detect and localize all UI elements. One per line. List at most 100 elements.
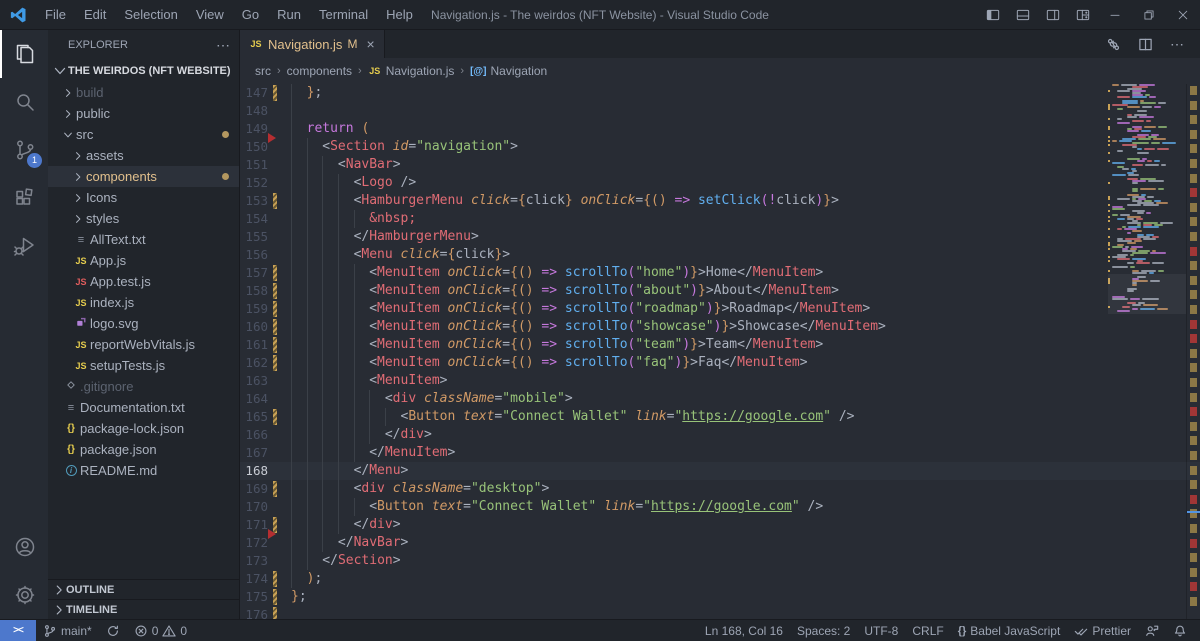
line-gutter[interactable]: 176: [240, 606, 291, 619]
code-line-160[interactable]: 160<MenuItem onClick={() => scrollTo("sh…: [240, 318, 1108, 336]
status-cursor-position[interactable]: Ln 168, Col 16: [698, 620, 790, 641]
activity-run-debug[interactable]: [0, 222, 48, 270]
line-gutter[interactable]: 164: [240, 390, 291, 408]
line-gutter[interactable]: 149: [240, 120, 291, 138]
code-line-168[interactable]: 168</Menu>: [240, 462, 1108, 480]
tree-file-package-lock-json[interactable]: {}package-lock.json: [48, 418, 239, 439]
tree-file-package-json[interactable]: {}package.json: [48, 439, 239, 460]
editor-more-actions-icon[interactable]: ⋯: [1170, 36, 1185, 53]
tree-file-setuptests-js[interactable]: JSsetupTests.js: [48, 355, 239, 376]
menu-selection[interactable]: Selection: [115, 0, 186, 30]
code-line-172[interactable]: 172</NavBar>: [240, 534, 1108, 552]
restore-button[interactable]: [1132, 0, 1166, 30]
code-line-154[interactable]: 154&nbsp;: [240, 210, 1108, 228]
line-gutter[interactable]: 153: [240, 192, 291, 210]
activity-settings[interactable]: [0, 571, 48, 619]
code-line-167[interactable]: 167</MenuItem>: [240, 444, 1108, 462]
tree-file-readme-md[interactable]: iREADME.md: [48, 460, 239, 481]
breadcrumb-navigation-js[interactable]: JSNavigation.js: [368, 64, 455, 78]
line-gutter[interactable]: 175: [240, 588, 291, 606]
code-line-159[interactable]: 159<MenuItem onClick={() => scrollTo("ro…: [240, 300, 1108, 318]
line-gutter[interactable]: 168: [240, 462, 291, 480]
line-gutter[interactable]: 150: [240, 138, 291, 156]
code-line-152[interactable]: 152<Logo />: [240, 174, 1108, 192]
line-gutter[interactable]: 174: [240, 570, 291, 588]
tree-file--gitignore[interactable]: .gitignore: [48, 376, 239, 397]
activity-accounts[interactable]: [0, 523, 48, 571]
line-gutter[interactable]: 170: [240, 498, 291, 516]
line-gutter[interactable]: 167: [240, 444, 291, 462]
code-line-158[interactable]: 158<MenuItem onClick={() => scrollTo("ab…: [240, 282, 1108, 300]
code-line-163[interactable]: 163<MenuItem>: [240, 372, 1108, 390]
code-line-149[interactable]: 149return (: [240, 120, 1108, 138]
menu-edit[interactable]: Edit: [75, 0, 115, 30]
code-line-176[interactable]: 176: [240, 606, 1108, 619]
menu-run[interactable]: Run: [268, 0, 310, 30]
tree-file-documentation-txt[interactable]: ≡Documentation.txt: [48, 397, 239, 418]
code-line-171[interactable]: 171</div>: [240, 516, 1108, 534]
code-line-173[interactable]: 173</Section>: [240, 552, 1108, 570]
line-gutter[interactable]: 162: [240, 354, 291, 372]
line-gutter[interactable]: 173: [240, 552, 291, 570]
line-gutter[interactable]: 151: [240, 156, 291, 174]
line-gutter[interactable]: 152: [240, 174, 291, 192]
tree-file-logo-svg[interactable]: logo.svg: [48, 313, 239, 334]
toggle-panel-icon[interactable]: [1015, 7, 1031, 23]
open-changes-icon[interactable]: [1106, 37, 1121, 52]
tree-file-alltext-txt[interactable]: ≡AllText.txt: [48, 229, 239, 250]
minimap[interactable]: [1108, 84, 1186, 619]
close-button[interactable]: [1166, 0, 1200, 30]
code-line-151[interactable]: 151<NavBar>: [240, 156, 1108, 174]
workspace-root[interactable]: THE WEIRDOS (NFT WEBSITE): [48, 60, 239, 82]
status-formatter[interactable]: Prettier: [1067, 620, 1138, 641]
code-editor[interactable]: 147};148149return (150<Section id="navig…: [240, 84, 1200, 619]
line-gutter[interactable]: 166: [240, 426, 291, 444]
line-gutter[interactable]: 158: [240, 282, 291, 300]
line-gutter[interactable]: 171: [240, 516, 291, 534]
minimize-button[interactable]: [1098, 0, 1132, 30]
status-language-mode[interactable]: {}Babel JavaScript: [951, 620, 1068, 641]
tree-folder-styles[interactable]: styles: [48, 208, 239, 229]
menu-view[interactable]: View: [187, 0, 233, 30]
toggle-sidebar-icon[interactable]: [985, 7, 1001, 23]
line-gutter[interactable]: 148: [240, 102, 291, 120]
line-gutter[interactable]: 160: [240, 318, 291, 336]
line-gutter[interactable]: 163: [240, 372, 291, 390]
tree-folder-assets[interactable]: assets: [48, 145, 239, 166]
line-gutter[interactable]: 159: [240, 300, 291, 318]
tab-close-icon[interactable]: ×: [366, 36, 374, 52]
code-line-147[interactable]: 147};: [240, 84, 1108, 102]
code-line-169[interactable]: 169<div className="desktop">: [240, 480, 1108, 498]
menu-terminal[interactable]: Terminal: [310, 0, 377, 30]
activity-extensions[interactable]: [0, 174, 48, 222]
code-line-153[interactable]: 153<HamburgerMenu click={click} onClick=…: [240, 192, 1108, 210]
activity-source-control[interactable]: 1: [0, 126, 48, 174]
tree-folder-icons[interactable]: Icons: [48, 187, 239, 208]
line-gutter[interactable]: 172: [240, 534, 291, 552]
tree-file-reportwebvitals-js[interactable]: JSreportWebVitals.js: [48, 334, 239, 355]
status-notifications[interactable]: [1166, 620, 1194, 641]
line-gutter[interactable]: 147: [240, 84, 291, 102]
line-gutter[interactable]: 154: [240, 210, 291, 228]
line-gutter[interactable]: 156: [240, 246, 291, 264]
line-gutter[interactable]: 161: [240, 336, 291, 354]
code-line-156[interactable]: 156<Menu click={click}>: [240, 246, 1108, 264]
tab-navigation-js[interactable]: JS Navigation.js M ×: [240, 30, 385, 58]
overview-ruler-scrollbar[interactable]: [1186, 84, 1200, 619]
code-line-165[interactable]: 165<Button text="Connect Wallet" link="h…: [240, 408, 1108, 426]
toggle-secondary-sidebar-icon[interactable]: [1045, 7, 1061, 23]
tree-folder-public[interactable]: public: [48, 103, 239, 124]
activity-explorer[interactable]: [0, 30, 48, 78]
code-line-175[interactable]: 175};: [240, 588, 1108, 606]
code-line-162[interactable]: 162<MenuItem onClick={() => scrollTo("fa…: [240, 354, 1108, 372]
breadcrumb-navigation[interactable]: [@]Navigation: [470, 64, 547, 78]
status-encoding[interactable]: UTF-8: [857, 620, 905, 641]
line-gutter[interactable]: 165: [240, 408, 291, 426]
tree-folder-build[interactable]: build: [48, 82, 239, 103]
git-branch-status[interactable]: main*: [36, 620, 99, 641]
split-editor-icon[interactable]: [1138, 37, 1153, 52]
status-eol[interactable]: CRLF: [905, 620, 950, 641]
sync-status[interactable]: [99, 620, 127, 641]
status-indentation[interactable]: Spaces: 2: [790, 620, 857, 641]
tree-file-app-test-js[interactable]: JSApp.test.js: [48, 271, 239, 292]
